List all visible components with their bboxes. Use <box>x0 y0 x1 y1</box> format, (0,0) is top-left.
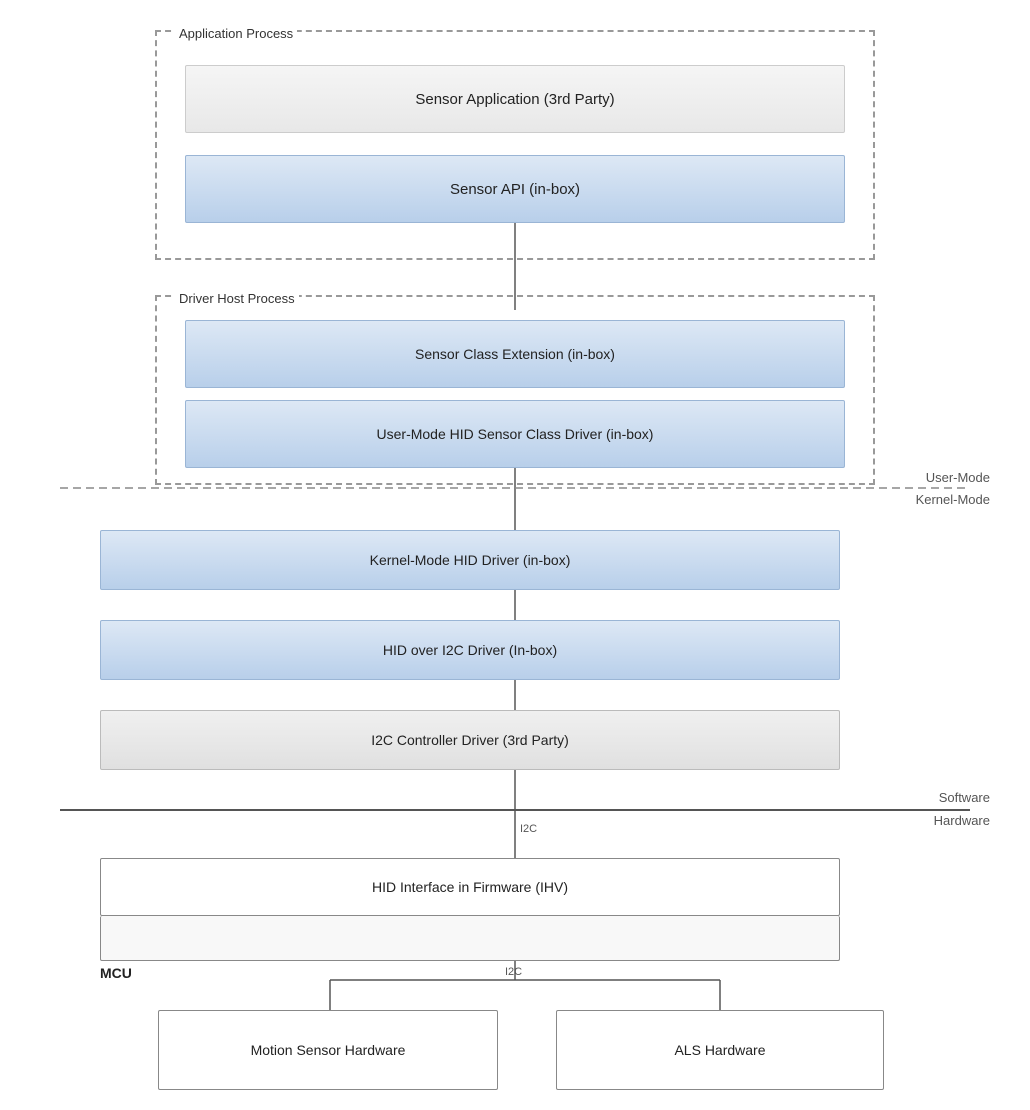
diagram: I2C Application Process Sensor Applicati… <box>0 0 1030 1110</box>
user-mode-label: User-Mode <box>926 470 990 485</box>
hardware-label: Hardware <box>934 813 990 828</box>
driver-host-process-label: Driver Host Process <box>175 291 299 306</box>
sensor-app-box: Sensor Application (3rd Party) <box>185 65 845 133</box>
svg-text:I2C: I2C <box>505 966 522 978</box>
mcu-empty-box <box>100 916 840 961</box>
als-hardware-box: ALS Hardware <box>556 1010 884 1090</box>
sensor-class-ext-box: Sensor Class Extension (in-box) <box>185 320 845 388</box>
i2c-controller-box: I2C Controller Driver (3rd Party) <box>100 710 840 770</box>
hid-i2c-box: HID over I2C Driver (In-box) <box>100 620 840 680</box>
mcu-label: MCU <box>100 965 132 981</box>
application-process-label: Application Process <box>175 26 297 41</box>
hid-sensor-driver-box: User-Mode HID Sensor Class Driver (in-bo… <box>185 400 845 468</box>
sensor-api-box: Sensor API (in-box) <box>185 155 845 223</box>
motion-sensor-box: Motion Sensor Hardware <box>158 1010 498 1090</box>
software-label: Software <box>939 790 990 805</box>
kernel-hid-box: Kernel-Mode HID Driver (in-box) <box>100 530 840 590</box>
hid-firmware-box: HID Interface in Firmware (IHV) <box>100 858 840 916</box>
i2c-connector-label: I2C <box>520 823 537 835</box>
kernel-mode-label: Kernel-Mode <box>916 492 990 507</box>
